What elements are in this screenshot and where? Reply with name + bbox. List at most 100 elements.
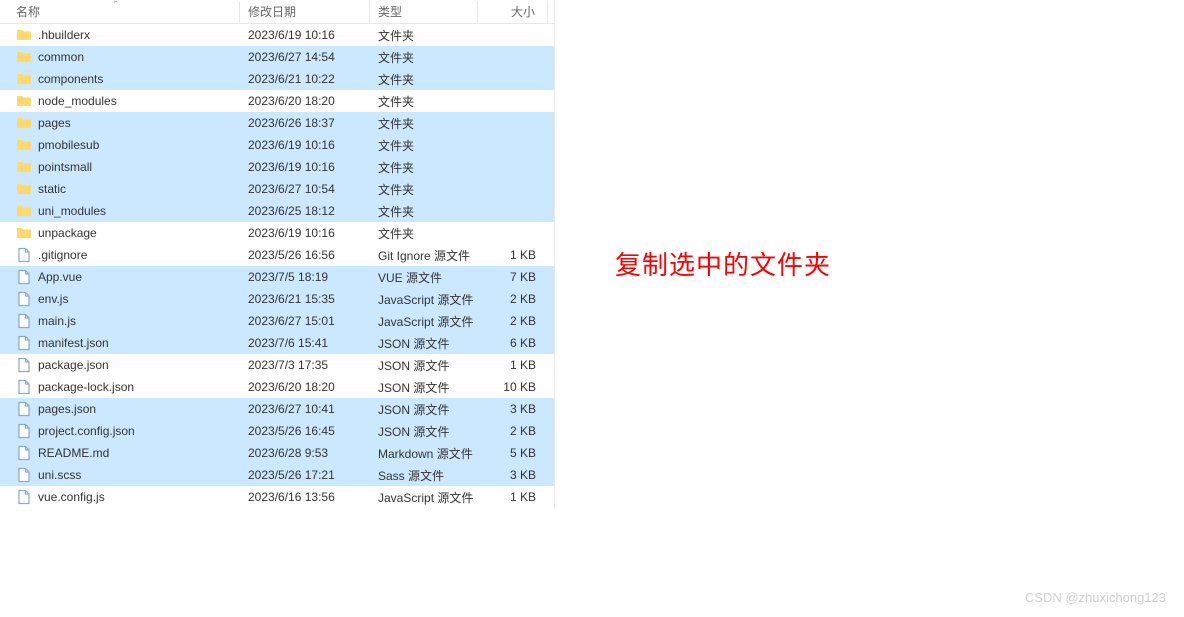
file-row[interactable]: package.json2023/7/3 17:35JSON 源文件1 KB	[0, 354, 554, 376]
file-icon	[16, 247, 32, 263]
cell-name: README.md	[0, 442, 240, 464]
folder-icon	[16, 181, 32, 197]
cell-type: JSON 源文件	[370, 420, 478, 442]
cell-name: node_modules	[0, 90, 240, 112]
cell-date: 2023/6/25 18:12	[240, 200, 370, 222]
file-icon	[16, 489, 32, 505]
file-name-label: App.vue	[38, 270, 82, 284]
file-row[interactable]: package-lock.json2023/6/20 18:20JSON 源文件…	[0, 376, 554, 398]
file-row[interactable]: README.md2023/6/28 9:53Markdown 源文件5 KB	[0, 442, 554, 464]
cell-name: vue.config.js	[0, 486, 240, 508]
file-icon	[16, 423, 32, 439]
file-row[interactable]: pages2023/6/26 18:37文件夹	[0, 112, 554, 134]
cell-name: pmobilesub	[0, 134, 240, 156]
file-icon	[16, 401, 32, 417]
cell-date: 2023/6/21 10:22	[240, 68, 370, 90]
file-row[interactable]: App.vue2023/7/5 18:19VUE 源文件7 KB	[0, 266, 554, 288]
file-row[interactable]: manifest.json 2023/7/6 15:41JSON 源文件6 KB	[0, 332, 554, 354]
file-rows-container: .hbuilderx2023/6/19 10:16文件夹common2023/6…	[0, 24, 554, 508]
cell-type: VUE 源文件	[370, 266, 478, 288]
file-row[interactable]: pointsmall 2023/6/19 10:16文件夹	[0, 156, 554, 178]
cell-name: uni.scss	[0, 464, 240, 486]
cell-date: 2023/6/16 13:56	[240, 486, 370, 508]
cell-date: 2023/6/19 10:16	[240, 222, 370, 244]
file-row[interactable]: vue.config.js2023/6/16 13:56JavaScript 源…	[0, 486, 554, 508]
file-row[interactable]: pmobilesub2023/6/19 10:16文件夹	[0, 134, 554, 156]
cell-type: 文件夹	[370, 178, 478, 200]
cell-date: 2023/5/26 17:21	[240, 464, 370, 486]
cell-type: JSON 源文件	[370, 398, 478, 420]
file-name-label: .hbuilderx	[38, 28, 90, 42]
cell-date: 2023/6/19 10:16	[240, 156, 370, 178]
cell-type: JSON 源文件	[370, 332, 478, 354]
file-row[interactable]: env.js2023/6/21 15:35JavaScript 源文件2 KB	[0, 288, 554, 310]
file-name-label: components	[38, 72, 103, 86]
file-row[interactable]: node_modules2023/6/20 18:20文件夹	[0, 90, 554, 112]
file-row[interactable]: pages.json2023/6/27 10:41JSON 源文件3 KB	[0, 398, 554, 420]
cell-size: 5 KB	[478, 442, 548, 464]
file-row[interactable]: static2023/6/27 10:54文件夹	[0, 178, 554, 200]
cell-type: 文件夹	[370, 156, 478, 178]
cell-name: env.js	[0, 288, 240, 310]
cell-size: 7 KB	[478, 266, 548, 288]
file-name-label: pointsmall	[38, 160, 92, 174]
file-name-label: manifest.json	[38, 336, 109, 350]
cell-date: 2023/7/6 15:41	[240, 332, 370, 354]
column-header-date-label: 修改日期	[248, 3, 296, 20]
cell-name: common	[0, 46, 240, 68]
cell-name: .gitignore	[0, 244, 240, 266]
cell-type: 文件夹	[370, 90, 478, 112]
cell-type: JSON 源文件	[370, 376, 478, 398]
file-name-label: pmobilesub	[38, 138, 99, 152]
folder-icon	[16, 49, 32, 65]
cell-name: package-lock.json	[0, 376, 240, 398]
file-row[interactable]: main.js2023/6/27 15:01JavaScript 源文件2 KB	[0, 310, 554, 332]
file-row[interactable]: uni.scss2023/5/26 17:21Sass 源文件3 KB	[0, 464, 554, 486]
cell-date: 2023/6/27 14:54	[240, 46, 370, 68]
cell-size: 6 KB	[478, 332, 548, 354]
column-header-type[interactable]: 类型	[370, 1, 478, 23]
file-row[interactable]: uni_modules2023/6/25 18:12文件夹	[0, 200, 554, 222]
cell-size	[478, 24, 548, 46]
cell-name: main.js	[0, 310, 240, 332]
file-icon	[16, 467, 32, 483]
cell-date: 2023/6/20 18:20	[240, 90, 370, 112]
column-header-size[interactable]: 大小	[478, 1, 548, 23]
annotation-text: 复制选中的文件夹	[615, 245, 831, 282]
cell-date: 2023/7/3 17:35	[240, 354, 370, 376]
cell-size	[478, 90, 548, 112]
file-row[interactable]: project.config.json2023/5/26 16:45JSON 源…	[0, 420, 554, 442]
sort-ascending-icon: ⌃	[112, 1, 120, 10]
folder-icon	[16, 225, 32, 241]
cell-name: App.vue	[0, 266, 240, 288]
file-row[interactable]: .hbuilderx2023/6/19 10:16文件夹	[0, 24, 554, 46]
column-header-row: 名称 ⌃ 修改日期 类型 大小	[0, 0, 554, 24]
folder-icon	[16, 137, 32, 153]
file-icon	[16, 313, 32, 329]
cell-name: uni_modules	[0, 200, 240, 222]
file-name-label: pages.json	[38, 402, 96, 416]
file-name-label: env.js	[38, 292, 68, 306]
cell-type: Markdown 源文件	[370, 442, 478, 464]
column-header-date[interactable]: 修改日期	[240, 1, 370, 23]
file-name-label: main.js	[38, 314, 76, 328]
cell-name: project.config.json	[0, 420, 240, 442]
file-row[interactable]: unpackage2023/6/19 10:16文件夹	[0, 222, 554, 244]
cell-size	[478, 156, 548, 178]
cell-size	[478, 222, 548, 244]
file-row[interactable]: .gitignore2023/5/26 16:56Git Ignore 源文件1…	[0, 244, 554, 266]
cell-name: unpackage	[0, 222, 240, 244]
column-header-type-label: 类型	[378, 3, 402, 20]
folder-icon	[16, 115, 32, 131]
column-header-name[interactable]: 名称 ⌃	[0, 1, 240, 23]
file-row[interactable]: common2023/6/27 14:54文件夹	[0, 46, 554, 68]
file-name-label: static	[38, 182, 66, 196]
folder-icon	[16, 71, 32, 87]
cell-size: 2 KB	[478, 310, 548, 332]
folder-icon	[16, 93, 32, 109]
cell-name: pages.json	[0, 398, 240, 420]
cell-name: package.json	[0, 354, 240, 376]
file-icon	[16, 269, 32, 285]
file-name-label: uni_modules	[38, 204, 106, 218]
file-row[interactable]: components2023/6/21 10:22文件夹	[0, 68, 554, 90]
